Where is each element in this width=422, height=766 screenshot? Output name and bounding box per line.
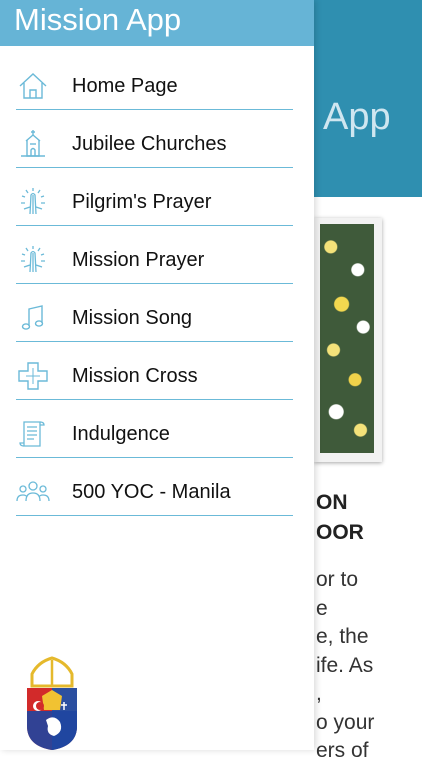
menu-item-label: 500 YOC - Manila	[72, 481, 231, 503]
home-icon	[16, 71, 50, 101]
background-app-title: App	[323, 96, 391, 138]
menu-divider	[16, 457, 293, 458]
menu-item-label: Pilgrim's Prayer	[72, 191, 212, 213]
background-photo	[320, 224, 374, 453]
menu-item-mission-prayer[interactable]: Mission Prayer	[0, 231, 314, 289]
music-note-icon	[16, 303, 50, 333]
drawer-header: Mission App	[0, 0, 314, 46]
background-heading-line: ON	[316, 491, 348, 514]
menu-item-500-yoc-manila[interactable]: 500 YOC - Manila	[0, 463, 314, 521]
menu-divider	[16, 167, 293, 168]
menu-item-indulgence[interactable]: Indulgence	[0, 405, 314, 463]
background-text-line: or to	[316, 568, 359, 591]
background-body-text: or to e e, the ife. As , o your ers of	[316, 566, 374, 766]
scroll-icon	[16, 419, 50, 449]
menu-item-mission-song[interactable]: Mission Song	[0, 289, 314, 347]
menu-item-pilgrims-prayer[interactable]: Pilgrim's Prayer	[0, 173, 314, 231]
menu-item-jubilee-churches[interactable]: Jubilee Churches	[0, 115, 314, 173]
background-text-line: ers of	[316, 739, 369, 762]
church-icon	[16, 129, 50, 159]
background-heading: ON OOR	[316, 488, 364, 548]
background-text-line: e	[316, 596, 328, 620]
background-heading-line: OOR	[316, 521, 364, 544]
praying-hands-icon	[16, 187, 50, 217]
navigation-drawer: Mission App Home Page Jubilee Churches P…	[0, 0, 314, 750]
background-text-line: ife. As	[316, 653, 374, 677]
drawer-title: Mission App	[14, 2, 182, 37]
menu-item-label: Jubilee Churches	[72, 133, 227, 155]
cross-icon	[16, 361, 50, 391]
background-text-line: o your	[316, 710, 375, 734]
background-text-line: ,	[316, 682, 322, 705]
menu-item-label: Mission Prayer	[72, 249, 205, 271]
menu-item-home-page[interactable]: Home Page	[0, 57, 314, 115]
menu-item-label: Mission Song	[72, 307, 193, 329]
menu-item-label: Home Page	[72, 75, 178, 97]
menu-item-label: Indulgence	[72, 423, 170, 445]
menu-divider	[16, 515, 293, 516]
menu-divider	[16, 341, 293, 342]
menu-divider	[16, 109, 293, 110]
menu-item-mission-cross[interactable]: Mission Cross	[0, 347, 314, 405]
coat-of-arms-logo	[24, 656, 80, 750]
people-icon	[16, 477, 50, 507]
menu-divider	[16, 283, 293, 284]
menu-divider	[16, 399, 293, 400]
menu-divider	[16, 225, 293, 226]
praying-hands-icon	[16, 245, 50, 275]
menu-item-label: Mission Cross	[72, 365, 198, 387]
background-text-line: e, the	[316, 625, 369, 648]
